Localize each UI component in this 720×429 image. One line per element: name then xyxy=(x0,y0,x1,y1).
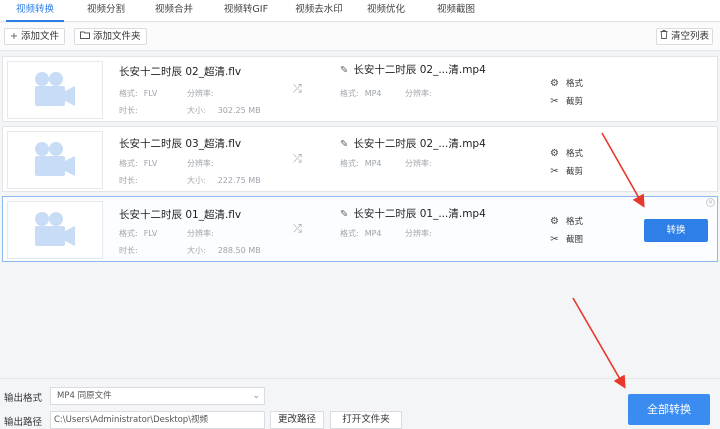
format-settings-button[interactable]: ⚙ 格式 xyxy=(549,215,583,227)
clear-list-label: 清空列表 xyxy=(671,31,710,42)
gear-icon: ⚙ xyxy=(550,148,559,159)
format-settings-button[interactable]: ⚙ 格式 xyxy=(549,77,583,89)
video-camera-icon xyxy=(35,142,75,176)
video-thumbnail xyxy=(7,131,103,189)
tab-video-optimize[interactable]: 视频优化 xyxy=(358,0,414,22)
file-list: 长安十二时辰 02_超清.flv 格式: FLV 分辨率: 时长: 大小: 302.… xyxy=(0,52,720,377)
clear-list-button[interactable]: 清空列表 xyxy=(656,28,714,45)
add-folder-button[interactable]: 添加文件夹 xyxy=(74,28,147,45)
gear-icon: ⚙ xyxy=(550,216,559,227)
video-camera-icon xyxy=(35,212,75,246)
source-resolution: 分辨率: xyxy=(187,229,214,238)
source-format: 格式: FLV xyxy=(119,229,158,238)
source-duration: 时长: xyxy=(119,176,138,185)
shuffle-icon: ⤮ xyxy=(293,82,302,95)
source-duration: 时长: xyxy=(119,106,138,115)
source-size: 大小: 222.75 MB xyxy=(187,176,261,185)
output-file-name[interactable]: ✎ 长安十二时辰 01_...清.mp4 xyxy=(340,206,486,221)
format-settings-button[interactable]: ⚙ 格式 xyxy=(549,147,583,159)
tab-video-to-gif[interactable]: 视频转GIF xyxy=(214,0,278,22)
tab-video-merge[interactable]: 视频合并 xyxy=(146,0,202,22)
tab-bar: 视频转换 视频分割 视频合并 视频转GIF 视频去水印 视频优化 视频截图 xyxy=(0,0,720,22)
file-row[interactable]: 长安十二时辰 03_超清.flv 格式: FLV 分辨率: 时长: 大小: 222.… xyxy=(2,126,718,192)
source-size: 大小: 288.50 MB xyxy=(187,246,261,255)
output-format-select[interactable]: MP4 同原文件 ⌄ xyxy=(50,387,265,405)
source-format: 格式: FLV xyxy=(119,89,158,98)
source-file-name: 长安十二时辰 02_超清.flv xyxy=(119,66,242,78)
output-settings-bar: 输出格式 MP4 同原文件 ⌄ 输出路径 C:\Users\Administra… xyxy=(0,378,720,429)
tab-video-split[interactable]: 视频分割 xyxy=(78,0,134,22)
cut-button[interactable]: ✂ 截剪 xyxy=(549,165,583,177)
output-resolution: 分辨率: xyxy=(405,89,432,98)
output-path-label: 输出路径 xyxy=(4,417,43,428)
output-format: 格式: MP4 xyxy=(340,159,382,168)
plus-icon: + xyxy=(10,31,18,42)
source-duration: 时长: xyxy=(119,246,138,255)
output-format: 格式: MP4 xyxy=(340,229,382,238)
trash-icon xyxy=(660,29,668,44)
convert-all-button[interactable]: 全部转换 xyxy=(628,394,710,425)
pencil-icon[interactable]: ✎ xyxy=(340,65,348,76)
add-file-label: 添加文件 xyxy=(20,31,59,42)
gear-icon: ⚙ xyxy=(550,78,559,89)
file-row-selected[interactable]: 长安十二时辰 01_超清.flv 格式: FLV 分辨率: 时长: 大小: 288.… xyxy=(2,196,718,262)
toolbar: + 添加文件 添加文件夹 清空列表 xyxy=(0,23,720,51)
output-resolution: 分辨率: xyxy=(405,229,432,238)
folder-icon xyxy=(80,29,90,44)
tab-video-screenshot[interactable]: 视频截图 xyxy=(428,0,484,22)
video-thumbnail xyxy=(7,61,103,119)
close-icon[interactable]: ✕ xyxy=(706,198,715,207)
shuffle-icon: ⤮ xyxy=(293,152,302,165)
pencil-icon[interactable]: ✎ xyxy=(340,209,348,220)
video-camera-icon xyxy=(35,72,75,106)
source-file-name: 长安十二时辰 01_超清.flv xyxy=(119,209,242,221)
open-folder-button[interactable]: 打开文件夹 xyxy=(330,411,402,429)
video-thumbnail xyxy=(7,201,103,259)
source-file-name: 长安十二时辰 03_超清.flv xyxy=(119,138,242,150)
output-format: 格式: MP4 xyxy=(340,89,382,98)
source-resolution: 分辨率: xyxy=(187,89,214,98)
file-row[interactable]: 长安十二时辰 02_超清.flv 格式: FLV 分辨率: 时长: 大小: 302.… xyxy=(2,56,718,122)
convert-button[interactable]: 转换 xyxy=(644,219,708,242)
scissors-icon: ✂ xyxy=(550,234,559,245)
output-format-value: MP4 同原文件 xyxy=(57,391,112,401)
output-file-name[interactable]: ✎ 长安十二时辰 02_...清.mp4 xyxy=(340,136,486,151)
add-file-button[interactable]: + 添加文件 xyxy=(4,28,65,45)
scissors-icon: ✂ xyxy=(550,166,559,177)
source-resolution: 分辨率: xyxy=(187,159,214,168)
cut-button[interactable]: ✂ 截剪 xyxy=(549,95,583,107)
source-size: 大小: 302.25 MB xyxy=(187,106,261,115)
source-format: 格式: FLV xyxy=(119,159,158,168)
screenshot-button[interactable]: ✂ 截图 xyxy=(549,233,583,245)
output-path-field[interactable]: C:\Users\Administrator\Desktop\视频 xyxy=(50,411,265,429)
shuffle-icon: ⤮ xyxy=(293,222,302,235)
tab-video-convert[interactable]: 视频转换 xyxy=(6,0,64,22)
output-resolution: 分辨率: xyxy=(405,159,432,168)
tab-remove-watermark[interactable]: 视频去水印 xyxy=(286,0,352,22)
add-folder-label: 添加文件夹 xyxy=(93,31,141,42)
pencil-icon[interactable]: ✎ xyxy=(340,139,348,150)
chevron-down-icon: ⌄ xyxy=(252,391,260,401)
output-file-name[interactable]: ✎ 长安十二时辰 02_...清.mp4 xyxy=(340,62,486,77)
scissors-icon: ✂ xyxy=(550,96,559,107)
change-path-button[interactable]: 更改路径 xyxy=(270,411,324,429)
output-format-label: 输出格式 xyxy=(4,393,43,404)
